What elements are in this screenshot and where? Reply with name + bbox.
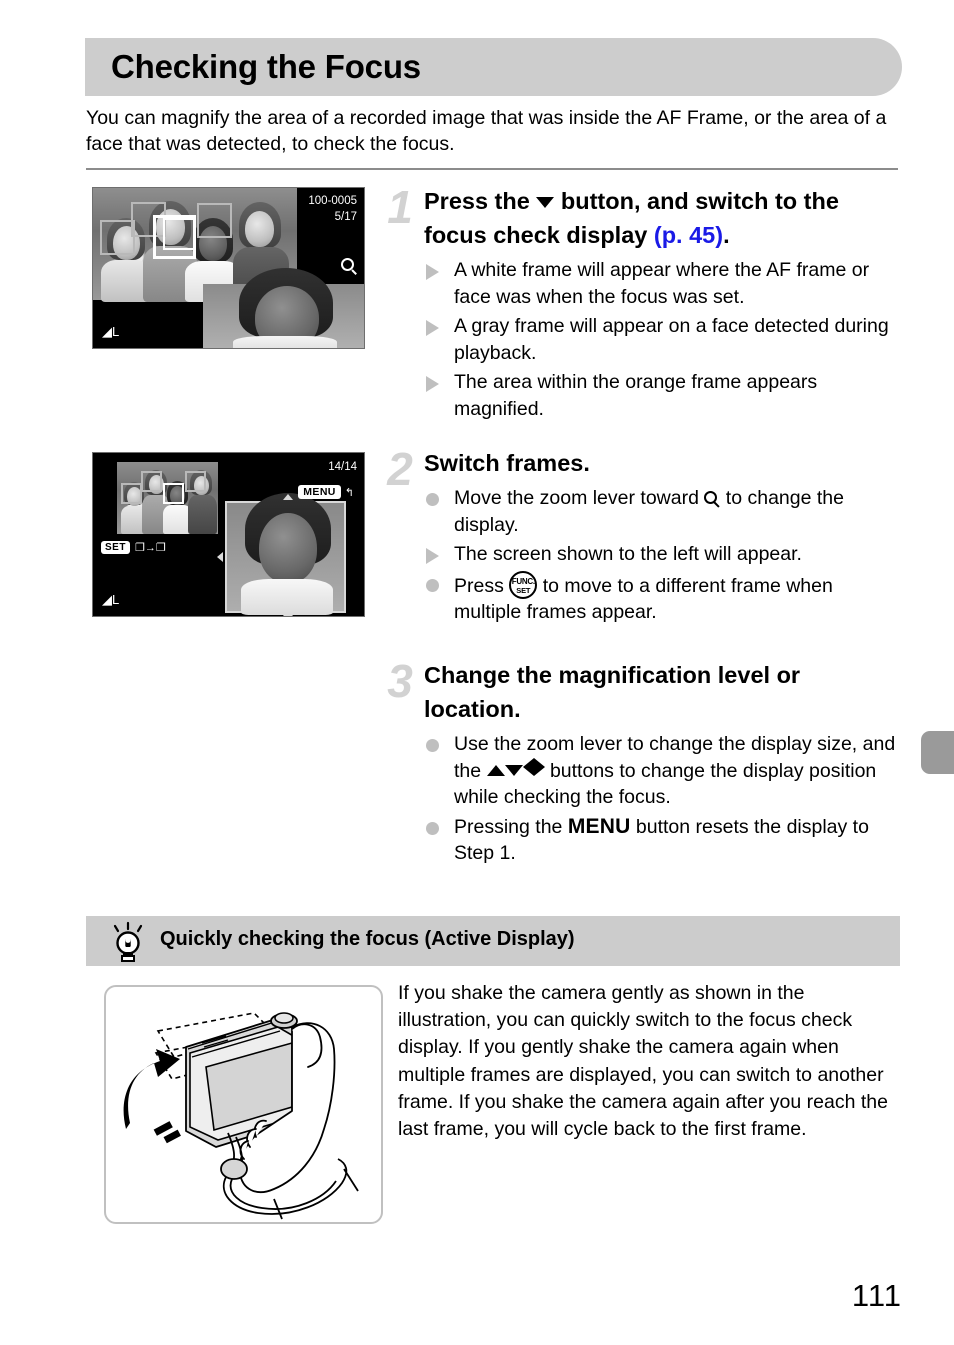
face-frame-gray-3 xyxy=(185,471,206,492)
down-button-icon xyxy=(536,197,555,208)
direction-buttons-icon xyxy=(486,757,545,782)
face-frame-gray-2 xyxy=(141,471,162,492)
face-frame-white xyxy=(163,218,196,250)
shake-camera-drawing xyxy=(123,1012,359,1220)
triangle-marker-icon xyxy=(426,548,439,564)
bullet-item: A white frame will appear where the AF f… xyxy=(424,257,900,310)
step-3-number: 3 xyxy=(387,655,413,707)
menu-return-badge: MENU ↰ xyxy=(298,485,354,499)
step-1-bullets: A white frame will appear where the AF f… xyxy=(424,257,900,422)
bullet-text: The area within the orange frame appears… xyxy=(454,371,818,420)
triangle-marker-icon xyxy=(426,320,439,336)
bullet-item: The area within the orange frame appears… xyxy=(424,369,900,422)
step-1: 1 Press the button, and switch to the fo… xyxy=(380,184,900,425)
tip-body-text: If you shake the camera gently as shown … xyxy=(398,982,888,1141)
bullet-item: Pressing the MENU button resets the disp… xyxy=(424,814,900,867)
bullet-item: Press FUNC. SET to move to a different f… xyxy=(424,570,900,626)
face-frame-gray-3 xyxy=(197,203,232,238)
magnified-frame xyxy=(225,493,346,615)
bullet-text-before: Move the zoom lever toward xyxy=(454,487,699,509)
af-frame-active xyxy=(163,483,184,504)
step-2: 2 Switch frames. Move the zoom lever tow… xyxy=(380,446,900,629)
triangle-marker-icon xyxy=(426,264,439,280)
page-title: Checking the Focus xyxy=(111,48,421,85)
func-set-line-1: FUNC. xyxy=(511,576,535,586)
file-number-osd: 100-0005 xyxy=(308,195,357,207)
image-quality-osd: ◢L xyxy=(102,324,120,339)
page-number: 111 xyxy=(851,1278,902,1313)
bullet-item: A gray frame will appear on a face detec… xyxy=(424,313,900,366)
magnifier-icon xyxy=(704,491,721,508)
frame-to-frame-icon: ❐→❐ xyxy=(134,542,166,554)
group-photo-thumbnail-small xyxy=(117,462,218,534)
intro-paragraph: You can magnify the area of a recorded i… xyxy=(86,107,887,155)
chapter-tab-marker xyxy=(921,731,954,774)
nav-arrow-up-icon xyxy=(283,494,293,500)
bullet-item: The screen shown to the left will appear… xyxy=(424,541,900,568)
face-frame-gray-1 xyxy=(100,220,135,255)
page-header-bar: Checking the Focus xyxy=(85,38,902,96)
func-set-icon: FUNC. SET xyxy=(509,570,538,599)
return-arrow-icon: ↰ xyxy=(344,486,354,499)
bullet-text: The screen shown to the left will appear… xyxy=(454,543,802,565)
nav-arrow-left-icon xyxy=(217,552,223,562)
magnified-inset xyxy=(203,268,364,348)
face-frame-gray-1 xyxy=(121,483,142,504)
bullet-item: Move the zoom lever toward to change the… xyxy=(424,485,900,538)
bullet-text: A gray frame will appear on a face detec… xyxy=(454,315,889,364)
menu-badge-label: MENU xyxy=(298,485,341,499)
step-3-bullets: Use the zoom lever to change the display… xyxy=(424,731,900,867)
triangle-marker-icon xyxy=(426,376,439,392)
magnifier-icon xyxy=(341,258,354,271)
step-1-title-before: Press the xyxy=(424,188,530,214)
image-quality-osd: ◢L xyxy=(102,592,120,607)
bullet-item: Use the zoom lever to change the display… xyxy=(424,731,900,811)
dot-marker-icon xyxy=(426,821,439,835)
frame-counter-osd: 5/17 xyxy=(334,211,357,223)
tip-section-header: Quickly checking the focus (Active Displ… xyxy=(86,916,900,966)
step-2-number: 2 xyxy=(387,443,413,495)
func-set-line-2: SET xyxy=(516,585,531,595)
lightbulb-icon xyxy=(113,921,143,962)
dot-marker-icon xyxy=(426,578,439,592)
step-1-number: 1 xyxy=(387,181,413,233)
camera-screen-frame-switch: 14/14 MENU ↰ SET ❐→❐ ◢L xyxy=(92,452,365,617)
nav-arrow-down-icon xyxy=(283,615,293,616)
step-2-title: Switch frames. xyxy=(424,450,590,476)
step-3-title: Change the magnification level or locati… xyxy=(424,662,801,722)
section-divider xyxy=(86,168,898,170)
step-1-title: Press the button, and switch to the focu… xyxy=(424,184,900,252)
camera-screen-focus-check: 100-0005 5/17 ◢L xyxy=(92,187,365,349)
dot-marker-icon xyxy=(426,739,439,752)
dot-marker-icon xyxy=(426,493,439,506)
step-2-bullets: Move the zoom lever toward to change the… xyxy=(424,485,900,626)
shake-camera-illustration xyxy=(104,985,383,1224)
menu-button-icon: MENU xyxy=(567,814,631,838)
page-reference-link[interactable]: (p. 45) xyxy=(654,222,723,248)
set-frame-badge: SET ❐→❐ xyxy=(101,541,166,554)
bullet-text-before: Press xyxy=(454,574,504,597)
step-1-title-after: . xyxy=(723,222,730,248)
bullet-text: A white frame will appear where the AF f… xyxy=(454,259,870,308)
tip-title: Quickly checking the focus (Active Displ… xyxy=(160,928,575,950)
set-badge-label: SET xyxy=(101,541,130,554)
bullet-text-before: Pressing the xyxy=(454,815,563,838)
frame-counter-osd: 14/14 xyxy=(328,461,357,473)
step-3: 3 Change the magnification level or loca… xyxy=(380,658,900,870)
